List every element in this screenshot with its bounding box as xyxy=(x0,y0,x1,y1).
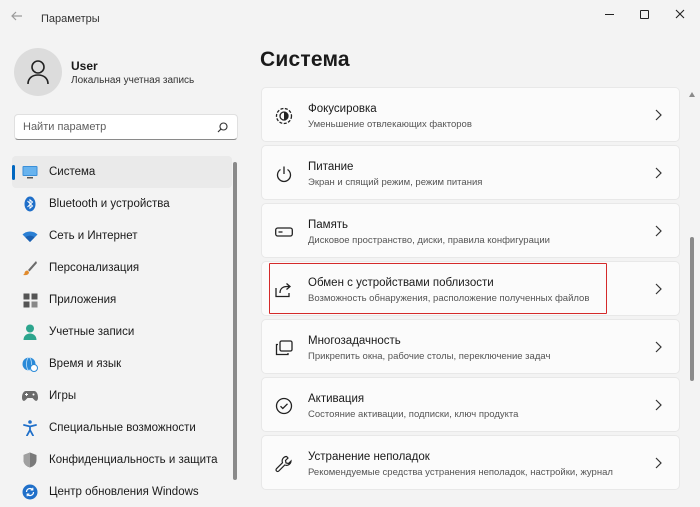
settings-item-title: Обмен с устройствами поблизости xyxy=(308,277,494,289)
sidebar-item-label: Конфиденциальность и защита xyxy=(49,454,218,466)
settings-item-title: Питание xyxy=(308,161,354,173)
avatar[interactable] xyxy=(14,48,62,96)
sidebar-item-time-language[interactable]: Время и язык xyxy=(12,348,232,380)
bluetooth-icon xyxy=(22,196,38,212)
sidebar-item-label: Специальные возможности xyxy=(49,422,196,434)
settings-item-subtitle: Дисковое пространство, диски, правила ко… xyxy=(308,235,550,246)
search-box[interactable] xyxy=(14,114,238,140)
sidebar-item-label: Приложения xyxy=(49,294,117,306)
settings-item-subtitle: Возможность обнаружения, расположение по… xyxy=(308,293,590,304)
sidebar-item-label: Центр обновления Windows xyxy=(49,486,199,498)
settings-item-storage[interactable]: Память Дисковое пространство, диски, пра… xyxy=(261,203,680,258)
shield-icon xyxy=(22,452,38,468)
settings-item-nearby-sharing[interactable]: Обмен с устройствами поблизости Возможно… xyxy=(261,261,680,316)
settings-item-troubleshoot[interactable]: Устранение неполадок Рекомендуемые средс… xyxy=(261,435,680,490)
multitasking-icon xyxy=(274,338,294,358)
globe-clock-icon xyxy=(22,356,38,372)
settings-item-focus[interactable]: Фокусировка Уменьшение отвлекающих факто… xyxy=(261,87,680,142)
sidebar-item-system[interactable]: Система xyxy=(12,156,232,188)
user-name: User xyxy=(71,59,98,73)
sidebar-item-accounts[interactable]: Учетные записи xyxy=(12,316,232,348)
settings-item-subtitle: Экран и спящий режим, режим питания xyxy=(308,177,483,188)
power-icon xyxy=(274,164,294,184)
sidebar-item-personalization[interactable]: Персонализация xyxy=(12,252,232,284)
chevron-right-icon xyxy=(655,109,662,121)
settings-item-title: Устранение неполадок xyxy=(308,451,430,463)
gamepad-icon xyxy=(22,388,38,404)
settings-item-title: Память xyxy=(308,219,349,231)
focus-icon xyxy=(274,106,294,126)
sidebar-scrollbar[interactable] xyxy=(233,162,237,480)
chevron-right-icon xyxy=(655,341,662,353)
accessibility-icon xyxy=(22,420,38,436)
sidebar-item-bluetooth[interactable]: Bluetooth и устройства xyxy=(12,188,232,220)
sidebar-item-label: Игры xyxy=(49,390,77,402)
sidebar-item-accessibility[interactable]: Специальные возможности xyxy=(12,412,232,444)
main-scrollbar[interactable] xyxy=(690,237,694,381)
chevron-right-icon xyxy=(655,167,662,179)
sidebar-item-label: Персонализация xyxy=(49,262,140,274)
arrow-left-icon xyxy=(11,11,22,21)
storage-icon xyxy=(274,222,294,242)
scroll-up-icon[interactable] xyxy=(689,92,695,97)
apps-icon xyxy=(22,292,38,308)
sidebar-item-apps[interactable]: Приложения xyxy=(12,284,232,316)
account-type: Локальная учетная запись xyxy=(71,75,195,86)
settings-item-title: Фокусировка xyxy=(308,103,377,115)
search-input[interactable] xyxy=(23,119,213,135)
settings-item-title: Активация xyxy=(308,393,365,405)
page-title: Система xyxy=(260,48,350,71)
share-icon xyxy=(274,280,294,300)
monitor-icon xyxy=(22,164,38,180)
maximize-icon xyxy=(639,9,649,19)
sidebar-item-label: Время и язык xyxy=(49,358,122,370)
brush-icon xyxy=(22,260,38,276)
user-icon xyxy=(27,60,49,85)
search-icon[interactable] xyxy=(217,122,228,133)
sidebar-item-windows-update[interactable]: Центр обновления Windows xyxy=(12,476,232,507)
close-icon xyxy=(675,9,685,19)
sidebar-item-label: Система xyxy=(49,166,96,178)
sidebar-item-label: Учетные записи xyxy=(49,326,135,338)
sidebar-item-gaming[interactable]: Игры xyxy=(12,380,232,412)
chevron-right-icon xyxy=(655,457,662,469)
app-title: Параметры xyxy=(41,13,100,25)
close-button[interactable] xyxy=(668,6,692,22)
sidebar-item-network[interactable]: Сеть и Интернет xyxy=(12,220,232,252)
settings-item-power[interactable]: Питание Экран и спящий режим, режим пита… xyxy=(261,145,680,200)
sidebar-item-privacy[interactable]: Конфиденциальность и защита xyxy=(12,444,232,476)
settings-item-multitasking[interactable]: Многозадачность Прикрепить окна, рабочие… xyxy=(261,319,680,374)
sidebar-nav: Система Bluetooth и устройства Сеть и Ин… xyxy=(12,156,232,507)
settings-item-subtitle: Уменьшение отвлекающих факторов xyxy=(308,119,472,130)
wifi-icon xyxy=(22,228,38,244)
settings-item-subtitle: Состояние активации, подписки, ключ прод… xyxy=(308,409,519,420)
settings-window: Параметры User Локальная учетная запись … xyxy=(0,0,700,507)
activation-icon xyxy=(274,396,294,416)
sidebar-item-label: Bluetooth и устройства xyxy=(49,198,170,210)
settings-item-subtitle: Прикрепить окна, рабочие столы, переключ… xyxy=(308,351,551,362)
sidebar-item-label: Сеть и Интернет xyxy=(49,230,138,242)
account-icon xyxy=(22,324,38,340)
back-button[interactable] xyxy=(10,9,24,23)
title-bar: Параметры xyxy=(0,0,700,30)
chevron-right-icon xyxy=(655,225,662,237)
minimize-icon xyxy=(604,13,614,15)
settings-item-subtitle: Рекомендуемые средства устранения непола… xyxy=(308,467,613,478)
maximize-button[interactable] xyxy=(632,6,656,22)
settings-item-title: Многозадачность xyxy=(308,335,401,347)
settings-list: Фокусировка Уменьшение отвлекающих факто… xyxy=(261,87,680,493)
wrench-icon xyxy=(274,454,294,474)
chevron-right-icon xyxy=(655,283,662,295)
minimize-button[interactable] xyxy=(597,6,621,22)
update-icon xyxy=(22,484,38,500)
chevron-right-icon xyxy=(655,399,662,411)
settings-item-activation[interactable]: Активация Состояние активации, подписки,… xyxy=(261,377,680,432)
